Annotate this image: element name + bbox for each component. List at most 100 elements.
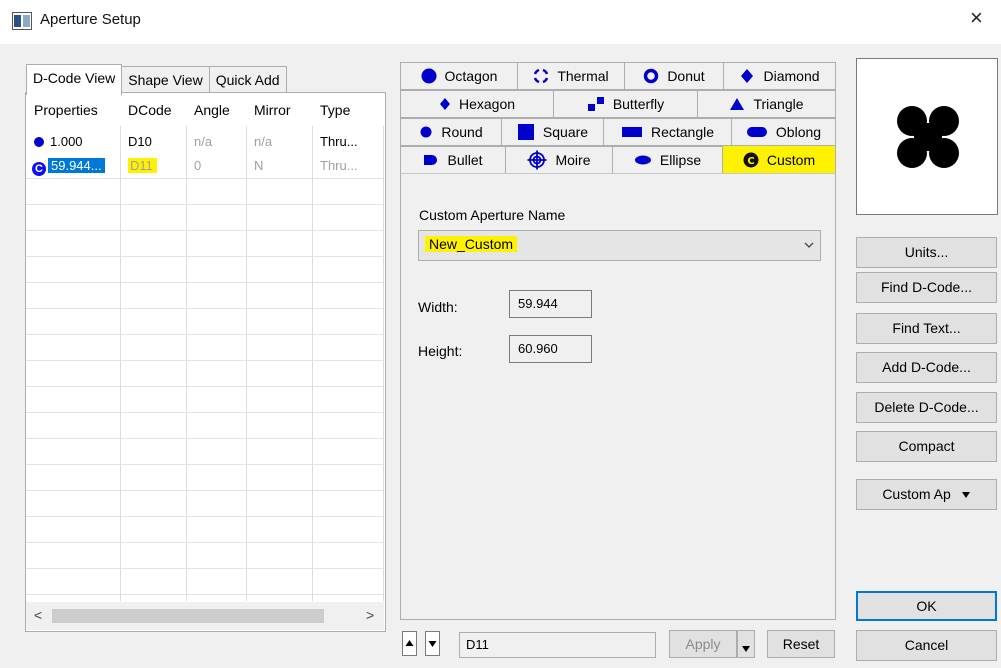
grid-line [26, 386, 384, 387]
grid-line [26, 412, 384, 413]
svg-text:C: C [747, 156, 754, 167]
tab-bullet[interactable]: Bullet [400, 146, 506, 174]
grid-line [26, 334, 384, 335]
moire-icon [527, 150, 547, 170]
col-header-dcode[interactable]: DCode [120, 94, 186, 126]
tab-square[interactable]: Square [501, 118, 604, 146]
tab-octagon[interactable]: Octagon [400, 62, 518, 90]
scroll-right-arrow-icon[interactable]: > [366, 607, 374, 623]
apply-button[interactable]: Apply [669, 630, 737, 658]
tab-label: Triangle [753, 96, 804, 112]
spin-up-button[interactable] [402, 631, 417, 656]
scroll-thumb[interactable] [52, 609, 324, 623]
triangle-down-icon [428, 641, 437, 647]
units-button[interactable]: Units... [856, 237, 997, 268]
tab-donut[interactable]: Donut [624, 62, 724, 90]
spin-down-button[interactable] [425, 631, 440, 656]
tab-label: Round [441, 124, 483, 140]
horizontal-scrollbar[interactable]: < > [26, 602, 384, 630]
compact-button[interactable]: Compact [856, 431, 997, 462]
tab-label: Hexagon [458, 96, 516, 112]
apply-dropdown-button[interactable] [737, 630, 755, 658]
tab-thermal[interactable]: Thermal [517, 62, 625, 90]
col-header-type[interactable]: Type [312, 94, 384, 126]
grid-line [383, 126, 384, 601]
grid-line [26, 282, 384, 283]
thermal-icon [534, 68, 549, 84]
cancel-button[interactable]: Cancel [856, 630, 997, 661]
width-field[interactable]: 59.944 [509, 290, 592, 318]
grid-line [312, 126, 313, 601]
tab-diamond[interactable]: Diamond [723, 62, 836, 90]
grid-line [26, 256, 384, 257]
find-text-button[interactable]: Find Text... [856, 313, 997, 344]
oblong-icon [746, 127, 767, 137]
view-tabs: D-Code View Shape View Quick Add [26, 64, 287, 95]
tab-label: Oblong [775, 124, 822, 140]
cell-type: Thru... [320, 158, 358, 173]
tab-label: Rectangle [650, 124, 715, 140]
col-header-angle[interactable]: Angle [186, 94, 246, 126]
scroll-left-arrow-icon[interactable]: < [34, 607, 42, 623]
diamond-icon [741, 69, 754, 83]
cell-properties: 1.000 [26, 130, 120, 154]
title-bar [0, 0, 1001, 44]
rectangle-icon [621, 127, 642, 137]
aperture-preview [856, 58, 998, 215]
grid-line [26, 178, 384, 179]
table-row[interactable]: 1.000 D10 n/a n/a Thru... [26, 130, 384, 154]
custom-shape-preview-icon [897, 106, 959, 168]
window-title: Aperture Setup [40, 11, 141, 28]
height-label: Height: [418, 343, 463, 359]
tab-butterfly[interactable]: Butterfly [553, 90, 698, 118]
ellipse-icon [634, 155, 651, 165]
tab-label: Donut [667, 68, 705, 84]
reset-button[interactable]: Reset [767, 630, 835, 658]
cell-mirror: n/a [254, 134, 273, 149]
custom-ap-menu-button[interactable]: Custom Ap [856, 479, 997, 510]
tab-quick-add[interactable]: Quick Add [208, 66, 287, 93]
tab-ellipse[interactable]: Ellipse [612, 146, 723, 174]
table-header: Properties DCode Angle Mirror Type [26, 94, 384, 126]
table-row[interactable]: C 59.944... D11 0 N Thru... [26, 154, 384, 178]
grid-line [26, 542, 384, 543]
tab-moire[interactable]: Moire [505, 146, 613, 174]
tab-label: Square [542, 124, 589, 140]
tab-rectangle[interactable]: Rectangle [603, 118, 732, 146]
triangle-down-icon [961, 492, 970, 498]
ok-button[interactable]: OK [856, 591, 997, 621]
height-field[interactable]: 60.960 [509, 335, 592, 363]
custom-aperture-name-select[interactable]: New_Custom [418, 230, 821, 261]
tab-oblong[interactable]: Oblong [731, 118, 836, 146]
tab-hexagon[interactable]: Hexagon [400, 90, 554, 118]
tab-label: Thermal [557, 68, 609, 84]
add-dcode-button[interactable]: Add D-Code... [856, 352, 997, 383]
grid-line [26, 490, 384, 491]
tab-custom[interactable]: C Custom [722, 145, 836, 174]
grid-line [26, 204, 384, 205]
tab-label: Bullet [447, 152, 483, 168]
tab-round[interactable]: Round [400, 118, 502, 146]
grid-line [26, 438, 384, 439]
custom-aperture-name-value: New_Custom [425, 236, 518, 252]
col-header-mirror[interactable]: Mirror [246, 94, 312, 126]
chevron-down-icon [804, 242, 814, 248]
col-header-properties[interactable]: Properties [26, 94, 120, 126]
tab-dcode-view[interactable]: D-Code View [26, 64, 123, 95]
grid-line [26, 464, 384, 465]
tab-triangle[interactable]: Triangle [697, 90, 836, 118]
tab-shape-view[interactable]: Shape View [121, 66, 210, 93]
grid-line [120, 126, 121, 601]
window-icon [12, 12, 32, 30]
grid-line [26, 516, 384, 517]
triangle-up-icon [405, 640, 414, 646]
close-icon[interactable]: × [970, 7, 983, 29]
find-dcode-button[interactable]: Find D-Code... [856, 272, 997, 303]
delete-dcode-button[interactable]: Delete D-Code... [856, 392, 997, 423]
custom-aperture-icon: C [743, 152, 759, 168]
custom-ap-label: Custom Ap [882, 486, 951, 502]
triangle-down-icon [742, 646, 750, 652]
cell-angle: n/a [194, 134, 213, 149]
dcode-field[interactable]: D11 [459, 632, 656, 658]
octagon-icon [421, 68, 437, 84]
